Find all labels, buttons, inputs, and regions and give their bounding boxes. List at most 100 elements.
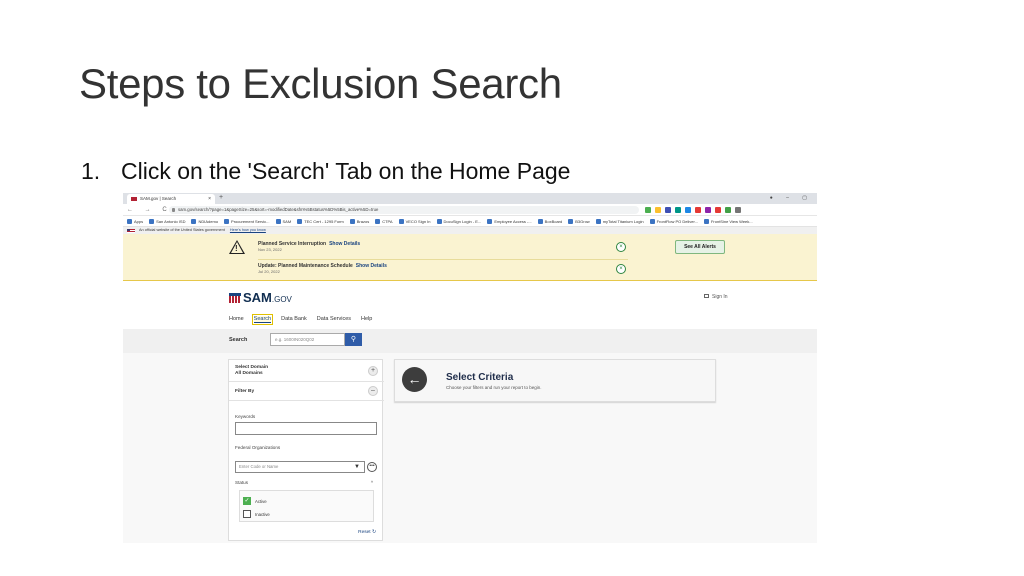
bookmark-item[interactable]: San Antonio ISD: [149, 218, 185, 224]
extension-icon[interactable]: [685, 207, 691, 213]
warning-mark: !: [235, 244, 238, 253]
uncle-sam-hat-icon: [229, 292, 241, 303]
dismiss-alert-icon[interactable]: ×: [616, 264, 626, 274]
extension-icon[interactable]: [715, 207, 721, 213]
bookmark-icon: [398, 218, 404, 224]
lock-icon: [172, 208, 175, 212]
bookmark-item[interactable]: DocuSign Login - E...: [436, 218, 482, 224]
alert-date: Nov 23, 2022: [258, 247, 282, 252]
alerts-panel: ! Planned Service Interruption Show Detai…: [123, 234, 817, 281]
arrow-left-icon[interactable]: ←: [402, 367, 427, 392]
extension-icon[interactable]: [675, 207, 681, 213]
bookmark-item[interactable]: Employee Access -...: [487, 218, 532, 224]
bookmark-label: FrontFlow PO Deliver...: [656, 218, 698, 224]
close-tab-icon[interactable]: ×: [208, 194, 211, 204]
bookmark-label: DocuSign Login - E...: [443, 218, 482, 224]
bookmark-icon: [375, 218, 381, 224]
bookmark-item[interactable]: NDIAdemo: [191, 218, 219, 224]
bookmark-item[interactable]: FrontFlow PO Deliver...: [649, 218, 698, 224]
bookmark-item[interactable]: Brazos: [349, 218, 370, 224]
extension-icon[interactable]: [655, 207, 661, 213]
slide-title: Steps to Exclusion Search: [79, 60, 562, 107]
step-instruction: 1. Click on the 'Search' Tab on the Home …: [81, 158, 570, 185]
extension-icon[interactable]: [735, 207, 741, 213]
bookmark-label: B3Grow: [575, 218, 590, 224]
federal-org-label: Federal Organizations: [235, 445, 281, 450]
status-header[interactable]: Status ^: [235, 480, 377, 485]
bookmark-item[interactable]: FrontSine View Week...: [703, 218, 753, 224]
filter-by-label: Filter By: [235, 389, 255, 394]
bookmark-item[interactable]: VECO Sign In: [398, 218, 431, 224]
browser-tab-bar: SAM.gov | Search × + ● – ▢: [123, 193, 817, 204]
nav-data-bank[interactable]: Data Bank: [281, 316, 307, 323]
extension-icon[interactable]: [705, 207, 711, 213]
dismiss-alert-icon[interactable]: ×: [616, 242, 626, 252]
window-controls[interactable]: ● – ▢: [770, 193, 813, 204]
alert-item: Planned Service Interruption Show Details…: [258, 241, 628, 260]
bookmark-icon: [149, 218, 155, 224]
bookmark-label: Procurement Servic...: [231, 218, 270, 224]
new-tab-button[interactable]: +: [219, 193, 223, 203]
nav-home[interactable]: Home: [229, 316, 244, 323]
sign-in-icon: [704, 294, 709, 298]
keywords-input[interactable]: [235, 422, 377, 435]
bookmarks-bar: Apps San Antonio ISD NDIAdemo Procurement S…: [123, 216, 817, 227]
bookmark-label: SAM: [282, 218, 292, 224]
bookmark-icon: [275, 218, 281, 224]
extension-icon[interactable]: [665, 207, 671, 213]
extension-icon[interactable]: [695, 207, 701, 213]
nav-data-services[interactable]: Data Services: [317, 316, 351, 323]
bookmark-label: myTotal Titanium Login: [602, 218, 644, 224]
select-domain-value: All Domains: [235, 371, 263, 376]
how-you-know-link[interactable]: Here's how you know: [230, 228, 266, 232]
bookmark-item[interactable]: B3Grow: [568, 218, 590, 224]
browser-tab[interactable]: SAM.gov | Search ×: [127, 194, 215, 204]
extension-icons[interactable]: [645, 207, 741, 213]
bookmark-item[interactable]: BoxBoard: [537, 218, 563, 224]
inactive-checkbox[interactable]: [243, 510, 251, 518]
bookmark-item[interactable]: Procurement Servic...: [224, 218, 270, 224]
bookmark-item[interactable]: SAM: [275, 218, 292, 224]
active-checkbox[interactable]: ✓: [243, 497, 251, 505]
bookmark-item[interactable]: myTotal Titanium Login: [595, 218, 644, 224]
us-flag-icon: [127, 228, 135, 233]
nav-search[interactable]: Search: [251, 314, 274, 325]
expand-plus-icon[interactable]: +: [368, 366, 378, 376]
select-criteria-panel: ← Select Criteria Choose your filters an…: [394, 359, 716, 402]
bookmark-label: Apps: [134, 218, 144, 224]
bookmark-icon: [224, 218, 230, 224]
nav-help[interactable]: Help: [361, 316, 372, 323]
extension-icon[interactable]: [645, 207, 651, 213]
bookmark-label: NDIAdemo: [198, 218, 219, 224]
chevron-down-icon: ▼: [354, 464, 360, 470]
filter-panel: Select Domain All Domains + Filter By – …: [228, 359, 384, 541]
bookmark-item[interactable]: TEC Cert - 1295 Form: [297, 218, 344, 224]
bookmark-item[interactable]: Apps: [127, 218, 144, 224]
reset-button[interactable]: Reset ↻: [358, 530, 376, 535]
browser-address-row: ← → C ⌂ sam.gov/search/?page=1&pageSize=…: [123, 204, 817, 216]
status-options: ✓ Active Inactive: [239, 490, 374, 522]
chevron-up-icon: ^: [370, 480, 373, 485]
sign-in-label: Sign In: [712, 294, 728, 300]
select-domain-row[interactable]: Select Domain All Domains +: [229, 360, 384, 382]
search-input[interactable]: e.g. 1600IN020Q02: [270, 333, 345, 346]
collapse-minus-icon[interactable]: –: [368, 386, 378, 396]
bookmark-label: BoxBoard: [544, 218, 563, 224]
see-all-alerts-button[interactable]: See All Alerts: [675, 240, 725, 254]
sam-logo[interactable]: SAM.GOV: [229, 290, 292, 305]
alert-item: Update: Planned Maintenance Schedule Show…: [258, 263, 628, 275]
step-text: Click on the 'Search' Tab on the Home Pa…: [121, 158, 571, 184]
show-details-link[interactable]: Show Details: [329, 241, 360, 247]
federal-org-select[interactable]: Enter Code or Name ▼: [235, 461, 365, 473]
sam-favicon-icon: [131, 197, 137, 201]
gov-banner-text: An official website of the United States…: [139, 228, 225, 232]
bookmark-item[interactable]: CTPA: [375, 218, 393, 224]
search-icon[interactable]: ⚲: [345, 333, 362, 346]
address-bar[interactable]: sam.gov/search/?page=1&pageSize=25&sort=…: [169, 206, 639, 214]
more-options-icon[interactable]: •••: [367, 462, 377, 472]
show-details-link[interactable]: Show Details: [356, 263, 387, 269]
sign-in-link[interactable]: Sign In: [704, 294, 728, 300]
criteria-subtitle: Choose your filters and run your report …: [446, 385, 542, 390]
bookmark-label: Brazos: [356, 218, 370, 224]
extension-icon[interactable]: [725, 207, 731, 213]
